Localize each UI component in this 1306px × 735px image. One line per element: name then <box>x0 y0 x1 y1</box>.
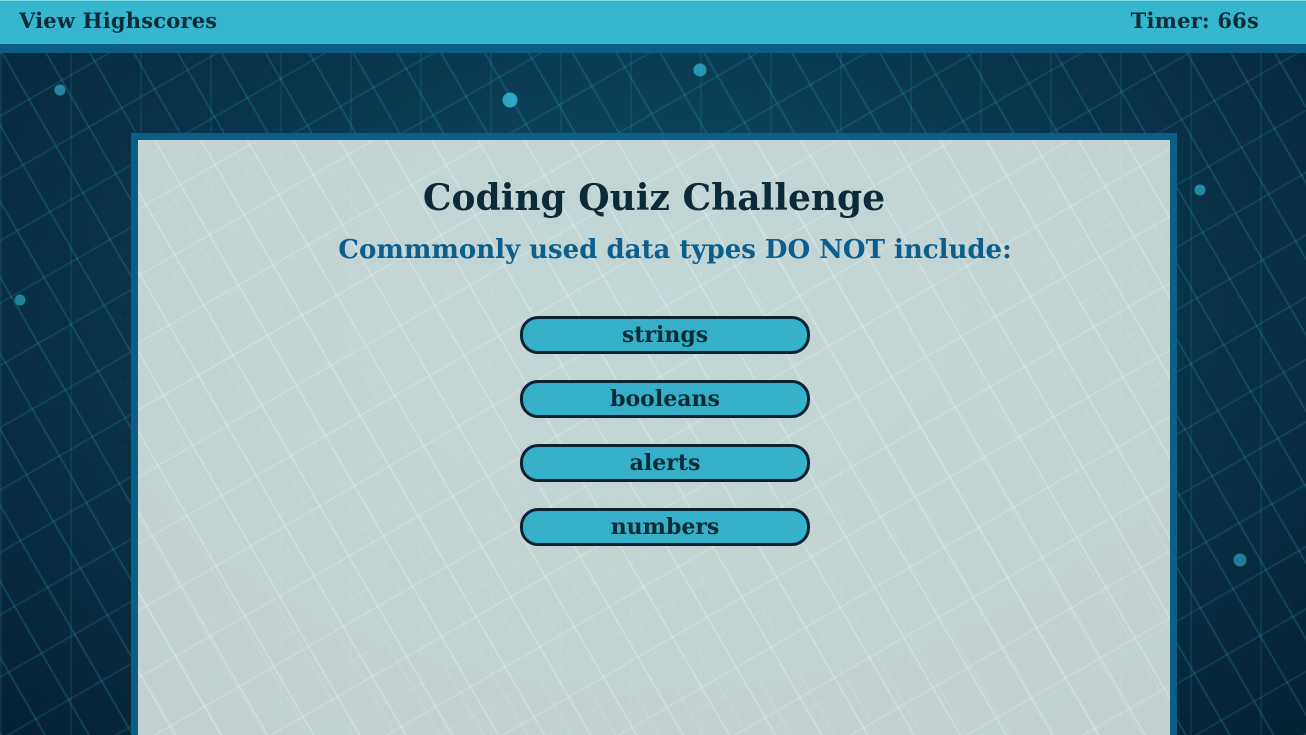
quiz-card: Coding Quiz Challenge Commmonly used dat… <box>131 133 1177 735</box>
answer-item: numbers <box>520 508 810 546</box>
question-text: Commmonly used data types DO NOT include… <box>338 235 1012 265</box>
list-bullet <box>121 503 125 507</box>
timer-display: Timer: 66s <box>1130 8 1259 33</box>
answer-button-numbers[interactable]: numbers <box>520 508 810 546</box>
list-bullet <box>121 311 125 315</box>
answer-item: alerts <box>520 444 810 482</box>
answer-list: strings booleans alerts numbers <box>520 316 810 572</box>
view-highscores-link[interactable]: View Highscores <box>19 8 217 33</box>
answer-item: strings <box>520 316 810 354</box>
list-bullet <box>121 439 125 443</box>
answer-button-strings[interactable]: strings <box>520 316 810 354</box>
answer-item: booleans <box>520 380 810 418</box>
quiz-title: Coding Quiz Challenge <box>422 177 886 219</box>
answer-button-booleans[interactable]: booleans <box>520 380 810 418</box>
answer-button-alerts[interactable]: alerts <box>520 444 810 482</box>
list-bullet <box>121 375 125 379</box>
top-bar: View Highscores Timer: 66s <box>0 0 1306 53</box>
